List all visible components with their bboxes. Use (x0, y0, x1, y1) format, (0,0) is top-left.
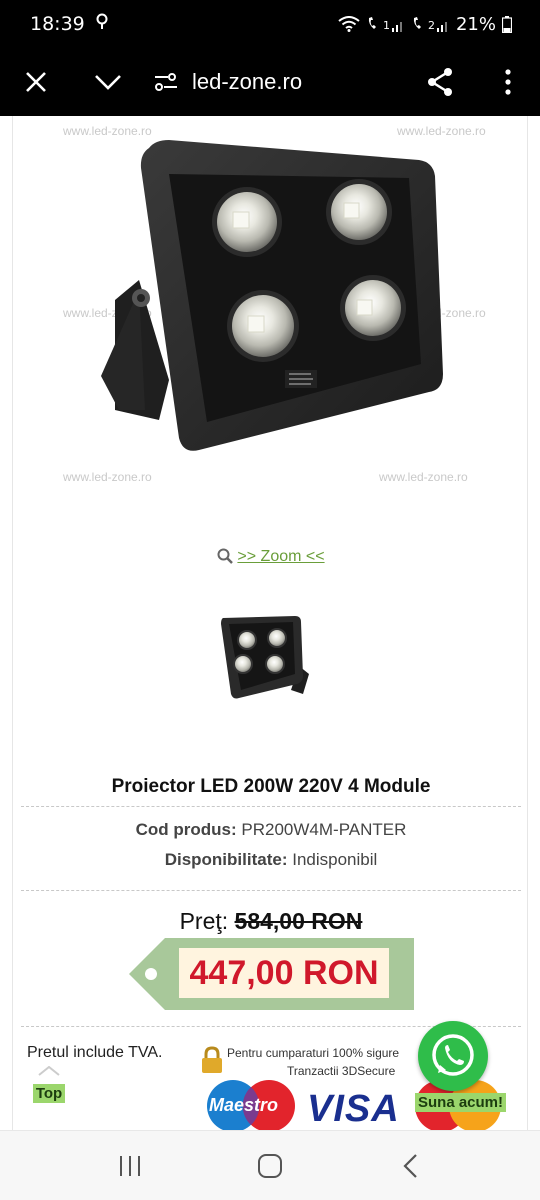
thumbnail-image (221, 616, 309, 699)
product-thumbnail[interactable] (203, 594, 333, 724)
status-bar: 18:39 1 2 21% (0, 0, 540, 48)
close-tab-button[interactable] (0, 48, 72, 116)
minimize-button[interactable] (72, 48, 144, 116)
secure-payment-notice: Pentru cumparaturi 100% sigure Tranzacti… (202, 1044, 400, 1080)
sim2-signal-icon: 2 (411, 16, 450, 32)
floodlight-image (101, 140, 443, 451)
padlock-icon (202, 1046, 222, 1073)
divider (21, 890, 521, 891)
zoom-link-row: >> Zoom << (13, 548, 527, 566)
page-content: www.led-zone.ro www.led-zone.ro www.led-… (12, 116, 528, 1130)
magnifier-icon (217, 548, 234, 564)
availability-label: Disponibilitate: (164, 850, 288, 869)
sim1-signal-icon: 1 (366, 16, 405, 32)
system-nav-bar (0, 1130, 540, 1200)
vat-note: Pretul include TVA. (27, 1044, 163, 1061)
divider (21, 806, 521, 807)
old-price: 584,00 RON (234, 908, 363, 934)
recent-apps-icon (120, 1155, 140, 1176)
maestro-label: Maestro (209, 1095, 279, 1115)
url-bar[interactable]: led-zone.ro (192, 69, 404, 95)
site-settings-button[interactable] (144, 48, 188, 116)
status-icons: 1 2 21% (338, 14, 512, 35)
close-icon (26, 72, 46, 92)
share-button[interactable] (404, 48, 476, 116)
top-label: Top (32, 1084, 66, 1103)
browser-toolbar: led-zone.ro (0, 48, 540, 116)
share-icon (428, 68, 452, 96)
chevron-up-icon (38, 1066, 60, 1076)
home-button[interactable] (240, 1136, 300, 1196)
product-code-row: Cod produs: PR200W4M-PANTER (13, 820, 527, 840)
wifi-icon (338, 16, 360, 32)
location-icon (95, 13, 109, 36)
call-now-button[interactable]: Suna acum! (415, 1093, 507, 1112)
back-button[interactable] (380, 1136, 440, 1196)
availability-value: Indisponibil (292, 850, 378, 869)
product-code-label: Cod produs: (135, 820, 237, 839)
whatsapp-icon (432, 1034, 474, 1076)
product-main-image[interactable]: www.led-zone.ro www.led-zone.ro www.led-… (19, 120, 523, 540)
back-to-top-button[interactable]: Top (29, 1066, 69, 1103)
site-settings-icon (155, 73, 177, 91)
product-title: Proiector LED 200W 220V 4 Module (111, 776, 431, 797)
current-price: 447,00 RON (179, 948, 389, 998)
zoom-link[interactable]: >> Zoom << (237, 548, 324, 565)
chevron-down-icon (95, 75, 121, 90)
availability-row: Disponibilitate: Indisponibil (13, 850, 527, 870)
recent-apps-button[interactable] (100, 1136, 160, 1196)
product-code-value: PR200W4M-PANTER (241, 820, 407, 839)
old-price-row: Preţ: 584,00 RON (13, 908, 527, 935)
price-tag: 447,00 RON (129, 938, 414, 1010)
price-label: Preţ: (179, 908, 229, 934)
home-icon (258, 1153, 282, 1178)
secure-line-1: Pentru cumparaturi 100% sigure (227, 1046, 400, 1060)
clock: 18:39 (30, 13, 85, 35)
back-icon (403, 1153, 417, 1178)
battery-level: 21% (455, 13, 496, 35)
more-options-button[interactable] (476, 48, 540, 116)
battery-icon (502, 15, 512, 33)
more-vert-icon (505, 69, 511, 95)
whatsapp-button[interactable] (418, 1021, 488, 1091)
visa-label: VISA (307, 1088, 400, 1130)
